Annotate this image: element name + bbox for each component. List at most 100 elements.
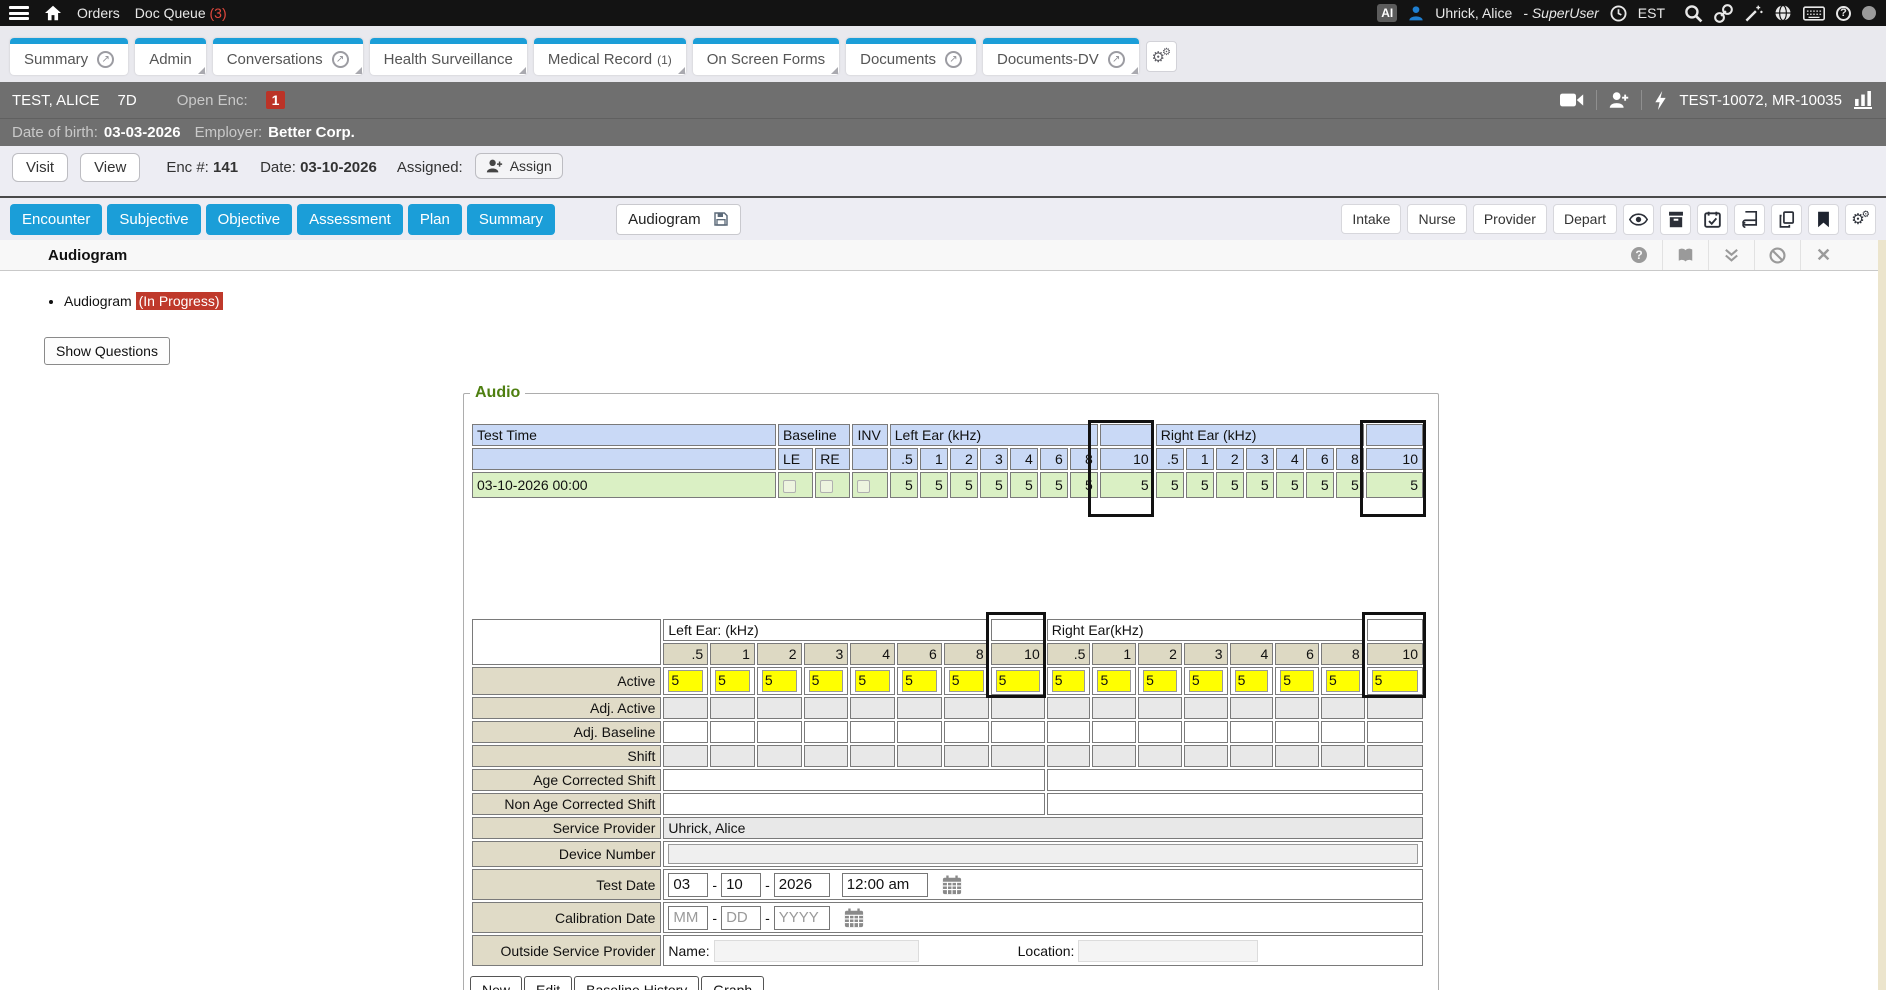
baseline-le-cell[interactable] xyxy=(778,472,813,498)
test-date-day-input[interactable] xyxy=(721,873,761,897)
test-time-input[interactable] xyxy=(842,873,928,897)
calendar-icon[interactable] xyxy=(942,875,962,895)
tab-documents[interactable]: Documents ↗ xyxy=(846,38,976,75)
adj-baseline-cell[interactable] xyxy=(663,721,708,743)
search-icon[interactable] xyxy=(1684,4,1703,23)
help-icon[interactable]: ? xyxy=(1836,6,1851,21)
threshold-cell[interactable]: 5 xyxy=(1276,472,1304,498)
save-icon[interactable] xyxy=(713,211,729,227)
adj-baseline-cell[interactable] xyxy=(1321,721,1365,743)
audio-test-row[interactable]: 03-10-2026 00:00 5 5 5 5 5 5 5 5 5 5 5 5… xyxy=(472,472,1423,498)
adj-baseline-cell[interactable] xyxy=(1092,721,1136,743)
add-person-icon[interactable] xyxy=(1609,91,1629,109)
threshold-cell[interactable]: 5 xyxy=(980,472,1008,498)
provider-button[interactable]: Provider xyxy=(1473,204,1547,234)
calibration-month-input[interactable] xyxy=(668,906,708,930)
ai-badge[interactable]: AI xyxy=(1377,4,1397,22)
threshold-cell[interactable]: 5 xyxy=(920,472,948,498)
threshold-cell[interactable]: 5 xyxy=(1306,472,1334,498)
active-threshold-input[interactable]: 5 xyxy=(1280,670,1314,692)
adj-baseline-cell[interactable] xyxy=(1047,721,1091,743)
tab-settings-gear-icon[interactable]: ⚙⚙ xyxy=(1146,41,1177,72)
calendar-icon[interactable] xyxy=(844,908,864,928)
threshold-cell[interactable]: 5 xyxy=(1156,472,1184,498)
archive-icon[interactable] xyxy=(1660,204,1691,235)
active-threshold-input[interactable]: 5 xyxy=(1143,670,1177,692)
calendar-check-icon[interactable] xyxy=(1697,204,1728,235)
nav-summary-button[interactable]: Summary xyxy=(467,204,555,235)
bookmark-icon[interactable] xyxy=(1808,204,1839,235)
nav-assessment-button[interactable]: Assessment xyxy=(297,204,403,235)
intake-button[interactable]: Intake xyxy=(1341,204,1401,234)
test-date-month-input[interactable] xyxy=(668,873,708,897)
inv-checkbox[interactable] xyxy=(857,480,870,493)
link-icon[interactable] xyxy=(1714,4,1733,23)
baseline-re-cell[interactable] xyxy=(815,472,850,498)
nav-encounter-button[interactable]: Encounter xyxy=(10,204,102,235)
test-time-value[interactable]: 03-10-2026 00:00 xyxy=(472,472,776,498)
open-enc-badge[interactable]: 1 xyxy=(266,91,286,109)
copy-icon[interactable] xyxy=(1771,204,1802,235)
active-threshold-input[interactable]: 5 xyxy=(1235,670,1269,692)
nav-objective-button[interactable]: Objective xyxy=(206,204,293,235)
external-link-icon[interactable]: ↗ xyxy=(1108,51,1125,68)
active-threshold-input[interactable]: 5 xyxy=(809,670,844,692)
adj-baseline-cell[interactable] xyxy=(1275,721,1319,743)
menu-item-doc-queue[interactable]: Doc Queue (3) xyxy=(135,5,227,21)
external-link-icon[interactable]: ↗ xyxy=(332,51,349,68)
threshold-cell[interactable]: 5 xyxy=(1010,472,1038,498)
view-button[interactable]: View xyxy=(80,153,140,182)
bolt-icon[interactable] xyxy=(1654,91,1667,110)
hamburger-menu-icon[interactable] xyxy=(9,6,29,20)
adj-baseline-cell[interactable] xyxy=(1230,721,1274,743)
user-name[interactable]: Uhrick, Alice xyxy=(1435,5,1512,21)
tab-conversations[interactable]: Conversations ↗ xyxy=(213,38,363,75)
external-link-icon[interactable]: ↗ xyxy=(945,51,962,68)
adj-baseline-cell[interactable] xyxy=(850,721,895,743)
calibration-day-input[interactable] xyxy=(721,906,761,930)
adj-baseline-cell[interactable] xyxy=(757,721,802,743)
active-threshold-input[interactable]: 5 xyxy=(902,670,937,692)
active-threshold-input[interactable]: 5 xyxy=(1326,670,1360,692)
external-link-icon[interactable]: ↗ xyxy=(97,51,114,68)
audiogram-document-tab[interactable]: Audiogram xyxy=(616,204,741,235)
active-threshold-input[interactable]: 5 xyxy=(1052,670,1086,692)
threshold-cell[interactable]: 5 xyxy=(1040,472,1068,498)
outside-name-input[interactable] xyxy=(714,940,919,962)
adj-baseline-cell[interactable] xyxy=(1367,721,1423,743)
wand-icon[interactable] xyxy=(1744,4,1763,23)
tab-summary[interactable]: Summary ↗ xyxy=(10,38,128,75)
active-threshold-input[interactable]: 5 xyxy=(855,670,890,692)
show-questions-button[interactable]: Show Questions xyxy=(44,337,170,365)
adj-baseline-cell[interactable] xyxy=(991,721,1045,743)
section-book-icon[interactable] xyxy=(1662,240,1708,270)
edit-button[interactable]: Edit xyxy=(524,976,572,990)
globe-icon[interactable] xyxy=(1774,4,1792,22)
disable-icon[interactable] xyxy=(1754,240,1800,270)
eye-icon[interactable] xyxy=(1623,204,1654,235)
new-button[interactable]: New xyxy=(470,976,522,990)
scrollbar-track[interactable] xyxy=(1878,240,1886,990)
threshold-cell[interactable]: 5 xyxy=(1186,472,1214,498)
section-help-icon[interactable]: ? xyxy=(1616,240,1662,270)
gears-icon[interactable]: ⚙⚙ xyxy=(1845,204,1876,235)
adj-baseline-cell[interactable] xyxy=(710,721,755,743)
nurse-button[interactable]: Nurse xyxy=(1407,204,1466,234)
active-threshold-input[interactable]: 5 xyxy=(762,670,797,692)
graph-button[interactable]: Graph xyxy=(701,976,764,990)
tab-admin[interactable]: Admin xyxy=(135,38,206,75)
adj-baseline-cell[interactable] xyxy=(804,721,849,743)
active-threshold-input[interactable]: 5 xyxy=(715,670,750,692)
active-threshold-input[interactable]: 5 xyxy=(1189,670,1223,692)
re-checkbox[interactable] xyxy=(820,480,833,493)
threshold-cell[interactable]: 5 xyxy=(890,472,918,498)
assign-button[interactable]: Assign xyxy=(475,153,563,179)
device-number-input[interactable] xyxy=(668,844,1418,864)
baseline-history-button[interactable]: Baseline History xyxy=(574,976,699,990)
active-threshold-input[interactable]: 5 xyxy=(668,670,703,692)
outside-location-input[interactable] xyxy=(1078,940,1258,962)
tab-medical-record[interactable]: Medical Record (1) xyxy=(534,38,686,75)
active-threshold-input[interactable]: 5 xyxy=(1097,670,1131,692)
test-date-year-input[interactable] xyxy=(774,873,830,897)
close-icon[interactable]: ✕ xyxy=(1800,240,1846,270)
